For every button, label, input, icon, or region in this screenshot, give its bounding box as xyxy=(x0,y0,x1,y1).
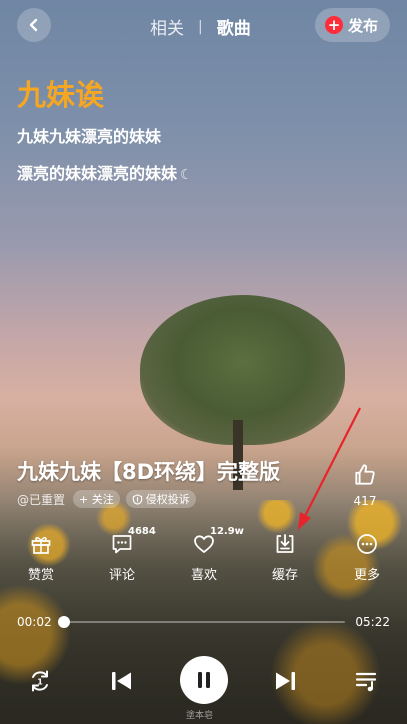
report-label: 侵权投诉 xyxy=(145,493,190,506)
more-icon xyxy=(357,534,377,554)
more-button[interactable]: 更多 xyxy=(337,532,397,583)
playback-controls: 1 xyxy=(0,656,407,706)
gift-icon xyxy=(31,537,51,554)
tab-related[interactable]: 相关 xyxy=(150,14,184,39)
report-button[interactable]: 侵权投诉 xyxy=(125,490,196,508)
top-bar: 相关 | 歌曲 + 发布 xyxy=(0,8,407,42)
like-label: 喜欢 xyxy=(190,568,217,583)
next-button[interactable] xyxy=(272,668,302,694)
comment-label: 评论 xyxy=(108,568,135,583)
reward-label: 赞赏 xyxy=(27,568,54,583)
like-count-badge: 12.9w xyxy=(210,526,244,537)
chevron-left-icon xyxy=(29,18,38,32)
thumbs-up-count: 417 xyxy=(353,494,377,508)
playlist-button[interactable] xyxy=(354,668,384,694)
lyric-heading: 九妹诶 xyxy=(17,78,105,112)
repeat-button[interactable]: 1 xyxy=(27,668,57,694)
download-icon xyxy=(276,534,294,553)
more-label: 更多 xyxy=(353,568,380,583)
action-row: 赞赏 4684 评论 12.9w 喜欢 缓存 更多 xyxy=(0,526,407,588)
skip-previous-icon xyxy=(112,672,131,690)
back-button[interactable] xyxy=(17,8,51,42)
song-title: 九妹九妹【8D环绕】完整版 xyxy=(17,460,281,484)
thumbs-up-icon xyxy=(355,464,375,485)
repeat-one-icon: 1 xyxy=(32,670,48,692)
shield-icon xyxy=(132,493,142,505)
lyric-line-current: 漂亮的妹妹漂亮的妹妹 ☾ xyxy=(17,160,193,184)
top-tabs: 相关 | 歌曲 xyxy=(150,14,251,40)
song-meta: @已重置 + 关注 侵权投诉 xyxy=(17,490,202,508)
like-button[interactable]: 12.9w 喜欢 xyxy=(174,526,244,583)
moon-icon: ☾ xyxy=(180,167,193,183)
skip-next-icon xyxy=(276,672,295,690)
tab-separator: | xyxy=(198,18,203,35)
plus-circle-icon: + xyxy=(324,16,343,34)
seek-thumb[interactable] xyxy=(57,616,70,628)
comment-button[interactable]: 4684 评论 xyxy=(92,526,156,583)
current-time: 00:02 xyxy=(17,615,52,629)
svg-text:1: 1 xyxy=(37,678,43,687)
follow-button[interactable]: + 关注 xyxy=(73,490,120,508)
seek-track[interactable] xyxy=(57,616,345,628)
playlist-icon xyxy=(355,672,377,692)
lyric-line-text: 漂亮的妹妹漂亮的妹妹 xyxy=(17,164,178,183)
publish-button[interactable]: + 发布 xyxy=(314,8,390,42)
publish-label: 发布 xyxy=(347,16,378,35)
thumbs-up-button[interactable]: 417 xyxy=(345,462,385,508)
author-name[interactable]: @已重置 xyxy=(17,491,65,508)
pause-button[interactable] xyxy=(180,656,228,704)
lyric-line: 九妹九妹漂亮的妹妹 xyxy=(17,127,162,146)
reward-button[interactable]: 赞赏 xyxy=(11,532,71,583)
total-time: 05:22 xyxy=(355,615,390,629)
comment-count-badge: 4684 xyxy=(128,526,156,537)
tab-song[interactable]: 歌曲 xyxy=(217,14,251,39)
pause-icon xyxy=(198,672,210,688)
progress-bar: 00:02 05:22 xyxy=(17,614,390,630)
previous-button[interactable] xyxy=(109,668,139,694)
watermark: 塗本皂 xyxy=(186,711,214,721)
download-label: 缓存 xyxy=(271,568,298,583)
download-button[interactable]: 缓存 xyxy=(255,532,315,583)
